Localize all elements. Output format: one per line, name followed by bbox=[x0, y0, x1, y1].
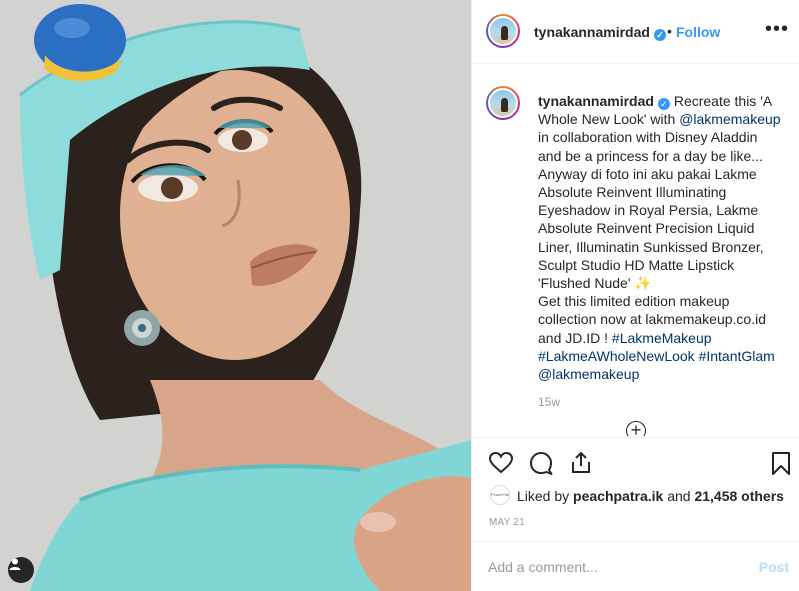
caption-body-2: in collaboration with Disney Aladdin and… bbox=[538, 129, 767, 346]
post-header: tynakannamirdad ✓ • Follow ••• bbox=[472, 0, 799, 64]
more-options-icon[interactable]: ••• bbox=[765, 18, 789, 41]
likes-count[interactable]: 21,458 others bbox=[694, 488, 784, 504]
likes-middle: and bbox=[663, 488, 695, 504]
caption-username[interactable]: tynakannamirdad bbox=[538, 93, 654, 109]
instagram-post: tynakannamirdad ✓ • Follow ••• tynakannam… bbox=[0, 0, 799, 591]
portrait-illustration bbox=[0, 0, 471, 591]
caption-text: tynakannamirdad ✓ Recreate this 'A Whole … bbox=[538, 92, 784, 383]
hashtag-lakmemakeup[interactable]: #LakmeMakeup bbox=[612, 330, 712, 346]
caption-verified-badge-icon: ✓ bbox=[657, 98, 670, 110]
liker-username[interactable]: peachpatra.ik bbox=[573, 488, 663, 504]
caption-mention[interactable]: @lakmemakeup bbox=[679, 111, 780, 127]
caption-mention-2[interactable]: @lakmemakeup bbox=[538, 366, 639, 382]
post-sidebar: tynakannamirdad ✓ • Follow ••• tynakannam… bbox=[471, 0, 799, 591]
verified-badge-icon: ✓ bbox=[653, 29, 666, 41]
load-more-comments-icon[interactable]: + bbox=[626, 421, 646, 436]
comment-icon[interactable] bbox=[528, 450, 554, 476]
caption-author-avatar[interactable] bbox=[486, 86, 520, 120]
comment-input[interactable] bbox=[488, 559, 718, 575]
separator-dot: • bbox=[667, 23, 672, 39]
user-tag-icon[interactable] bbox=[8, 557, 34, 583]
caption-area: tynakannamirdad ✓ Recreate this 'A Whole … bbox=[472, 64, 799, 436]
bookmark-icon[interactable] bbox=[768, 450, 794, 476]
hashtag-intantglam[interactable]: #IntantGlam bbox=[699, 348, 775, 364]
hashtag-lakmeawholenewlook[interactable]: #LakmeAWholeNewLook bbox=[538, 348, 695, 364]
action-bar bbox=[472, 437, 799, 485]
follow-button[interactable]: Follow bbox=[676, 24, 720, 40]
author-username[interactable]: tynakannamirdad ✓ bbox=[534, 24, 666, 41]
likes-row: PeachPatra Liked by peachpatra.ik and 21… bbox=[472, 484, 799, 508]
post-date[interactable]: MAY 21 bbox=[489, 517, 525, 528]
post-comment-button[interactable]: Post bbox=[759, 559, 789, 575]
liker-avatar[interactable]: PeachPatra bbox=[490, 485, 510, 505]
comment-bar: Post bbox=[472, 541, 799, 591]
likes-prefix: Liked by bbox=[517, 488, 574, 504]
caption-timestamp[interactable]: 15w bbox=[538, 395, 560, 409]
author-avatar[interactable] bbox=[486, 14, 520, 48]
post-photo[interactable] bbox=[0, 0, 471, 591]
likes-summary: Liked by peachpatra.ik and 21,458 others bbox=[517, 488, 784, 504]
share-icon[interactable] bbox=[568, 450, 594, 476]
heart-icon[interactable] bbox=[488, 450, 514, 476]
